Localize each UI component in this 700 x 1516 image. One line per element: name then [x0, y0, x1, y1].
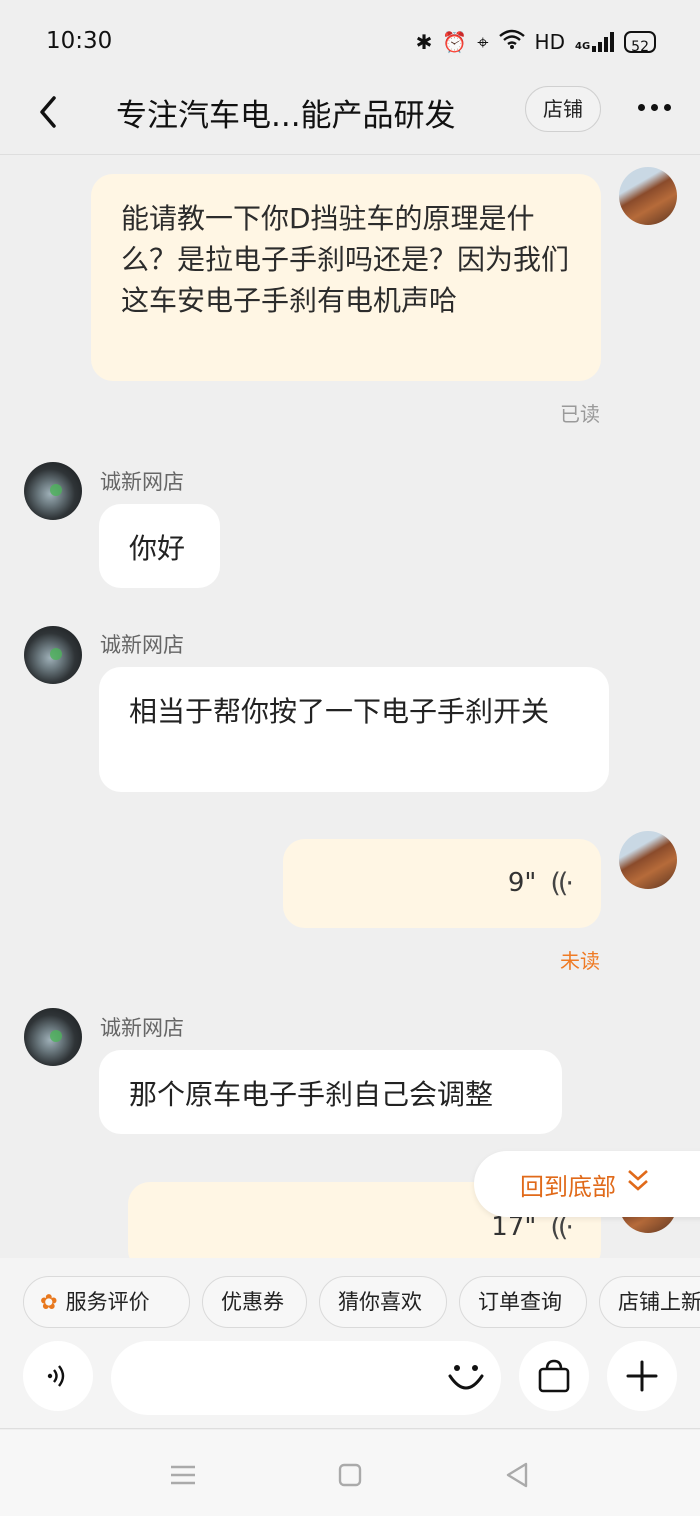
unread-status: 未读: [560, 949, 600, 973]
network-label: HD: [534, 30, 565, 54]
my-avatar[interactable]: [619, 167, 677, 225]
voice-duration: 9": [507, 868, 537, 898]
message-bubble[interactable]: 相当于帮你按了一下电子手刹开关: [99, 667, 609, 792]
my-avatar[interactable]: [619, 831, 677, 889]
shop-button[interactable]: 店铺: [525, 86, 601, 132]
quick-action-order-query[interactable]: 订单查询: [459, 1276, 587, 1328]
message-bubble[interactable]: 那个原车电子手刹自己会调整: [99, 1050, 562, 1134]
quick-action-coupon[interactable]: 优惠券: [202, 1276, 307, 1328]
quick-action-service-review[interactable]: ✿ 服务评价: [23, 1276, 190, 1328]
more-icon[interactable]: [638, 104, 671, 111]
voice-message[interactable]: 9" ((·: [283, 839, 601, 928]
input-bar: [0, 1331, 700, 1429]
bluetooth-icon: ✱: [415, 30, 433, 54]
status-icons: ✱ ⏰ ⌖ HD 4G 52: [416, 28, 656, 56]
back-to-bottom-label: 回到底部: [520, 1172, 616, 1201]
message-bubble[interactable]: 能请教一下你D挡驻车的原理是什么？是拉电子手刹吗还是？因为我们这车安电子手刹有电…: [91, 174, 601, 381]
system-nav-bar: [0, 1430, 700, 1516]
signal-icon: 4G: [575, 32, 615, 52]
alarm-icon: ⏰: [442, 30, 468, 54]
chat-title: 专注汽车电...能产品研发: [116, 98, 456, 134]
battery-icon: 52: [624, 31, 656, 55]
shop-avatar[interactable]: [24, 462, 82, 520]
wifi-icon: [498, 28, 525, 56]
menu-icon[interactable]: [168, 1460, 198, 1490]
flower-icon: ✿: [40, 1290, 58, 1314]
back-to-bottom-button[interactable]: 回到底部: [474, 1151, 700, 1217]
sender-name: 诚新网店: [100, 470, 184, 494]
location-icon: ⌖: [477, 30, 489, 54]
emoji-icon[interactable]: [445, 1356, 487, 1398]
sender-name: 诚新网店: [100, 633, 184, 657]
quick-action-recommend[interactable]: 猜你喜欢: [319, 1276, 447, 1328]
message-bubble[interactable]: 你好: [99, 504, 220, 588]
back-icon[interactable]: [502, 1460, 532, 1490]
home-icon[interactable]: [335, 1460, 365, 1490]
shop-avatar[interactable]: [24, 626, 82, 684]
chat-header: 专注汽车电...能产品研发 店铺: [0, 82, 700, 155]
status-bar: 10:30 ✱ ⏰ ⌖ HD 4G 52: [0, 0, 700, 82]
quick-action-shop-new[interactable]: 店铺上新: [599, 1276, 700, 1328]
voice-wave-icon: ((·: [550, 868, 574, 899]
status-time: 10:30: [46, 28, 113, 54]
read-status: 已读: [560, 402, 600, 426]
chevron-double-down-icon: [626, 1168, 650, 1200]
back-arrow-icon[interactable]: [30, 88, 70, 132]
plus-icon[interactable]: [607, 1341, 677, 1411]
message-input[interactable]: [111, 1341, 501, 1415]
shop-avatar[interactable]: [24, 1008, 82, 1066]
voice-input-icon[interactable]: [23, 1341, 93, 1411]
shopping-bag-icon[interactable]: [519, 1341, 589, 1411]
sender-name: 诚新网店: [100, 1016, 184, 1040]
